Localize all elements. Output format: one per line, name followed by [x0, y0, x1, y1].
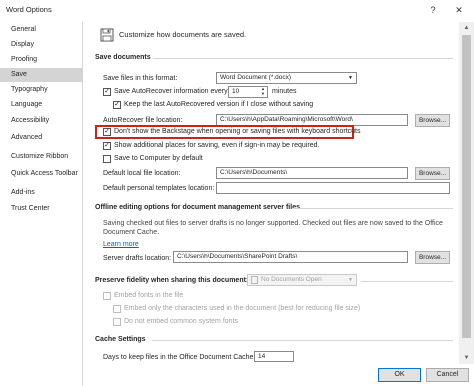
section-divider	[153, 58, 453, 59]
sidebar: General Display Proofing Save Typography…	[0, 22, 83, 386]
learn-more-link[interactable]: Learn more	[103, 241, 139, 248]
server-drafts-browse-button[interactable]: Browse...	[415, 251, 450, 264]
scroll-up-icon[interactable]: ▲	[459, 22, 474, 34]
spinner-icon[interactable]: ▲ ▼	[261, 87, 265, 96]
ok-button[interactable]: OK	[378, 368, 421, 382]
help-button[interactable]: ?	[422, 2, 444, 18]
sidebar-item-customize-ribbon[interactable]: Customize Ribbon	[0, 150, 83, 164]
embed-fonts-checkbox[interactable]	[103, 292, 111, 300]
additional-places-checkbox[interactable]: ✓	[103, 142, 111, 150]
default-templates-label: Default personal templates location:	[103, 185, 215, 192]
sidebar-item-language[interactable]: Language	[0, 98, 83, 112]
fidelity-document-select[interactable]: No Documents Open ▼	[247, 274, 357, 286]
section-divider	[293, 208, 453, 209]
sidebar-item-quick-access-toolbar[interactable]: Quick Access Toolbar	[0, 167, 83, 181]
embed-only-label: Embed only the characters used in the do…	[124, 305, 361, 312]
default-local-input[interactable]: C:\Users\h\Documents\	[216, 167, 408, 179]
sidebar-item-typography[interactable]: Typography	[0, 83, 83, 97]
sidebar-item-advanced[interactable]: Advanced	[0, 131, 83, 145]
default-templates-input[interactable]	[216, 182, 450, 194]
page-header: Customize how documents are saved.	[119, 30, 247, 39]
autorecover-browse-button[interactable]: Browse...	[415, 114, 450, 127]
no-common-fonts-label: Do not embed common system fonts	[124, 318, 238, 325]
sidebar-item-general[interactable]: General	[0, 23, 83, 37]
cache-days-label: Days to keep files in the Office Documen…	[103, 354, 256, 361]
backstage-label: Don't show the Backstage when opening or…	[114, 128, 361, 135]
no-common-fonts-checkbox[interactable]	[113, 318, 121, 326]
vertical-scrollbar[interactable]: ▲ ▼	[459, 22, 474, 364]
format-select-value: Word Document (*.docx)	[220, 74, 292, 81]
autorecover-minutes-input[interactable]: 10 ▲ ▼	[228, 86, 268, 98]
cache-heading: Cache Settings	[95, 336, 146, 343]
default-local-browse-button[interactable]: Browse...	[415, 167, 450, 180]
chevron-down-icon: ▼	[348, 277, 353, 283]
window-title: Word Options	[6, 5, 52, 14]
sidebar-item-proofing[interactable]: Proofing	[0, 53, 83, 67]
dialog-footer: OK Cancel	[84, 364, 474, 386]
autorecover-location-label: AutoRecover file location:	[103, 117, 183, 124]
save-document-icon	[100, 28, 114, 42]
server-drafts-input[interactable]: C:\Users\h\Documents\SharePoint Drafts\	[173, 251, 408, 263]
sidebar-item-trust-center[interactable]: Trust Center	[0, 202, 83, 216]
scrollbar-thumb[interactable]	[462, 35, 471, 338]
save-to-computer-checkbox[interactable]	[103, 155, 111, 163]
embed-fonts-label: Embed fonts in the file	[114, 292, 184, 299]
minutes-label: minutes	[272, 88, 297, 95]
sidebar-item-add-ins[interactable]: Add-ins	[0, 186, 83, 200]
sidebar-item-display[interactable]: Display	[0, 38, 83, 52]
title-bar: Word Options ? ✕	[0, 0, 474, 22]
autorecover-minutes-value: 10	[232, 88, 240, 95]
default-local-label: Default local file location:	[103, 170, 181, 177]
cancel-button[interactable]: Cancel	[426, 368, 469, 382]
offline-heading: Offline editing options for document man…	[95, 204, 300, 211]
sidebar-item-save[interactable]: Save	[0, 68, 83, 82]
backstage-checkbox[interactable]: ✓	[103, 128, 111, 136]
fidelity-document-value: No Documents Open	[261, 276, 322, 283]
autorecover-checkbox[interactable]: ✓	[103, 88, 111, 96]
embed-only-checkbox[interactable]	[113, 305, 121, 313]
cache-days-input[interactable]: 14	[254, 351, 294, 362]
cache-days-value: 14	[258, 353, 266, 360]
format-label: Save files in this format:	[103, 75, 178, 82]
sidebar-item-accessibility[interactable]: Accessibility	[0, 114, 83, 128]
scroll-down-icon[interactable]: ▼	[459, 352, 474, 364]
offline-description: Saving checked out files to server draft…	[103, 220, 443, 236]
keep-last-label: Keep the last AutoRecovered version if I…	[124, 101, 314, 108]
format-select[interactable]: Word Document (*.docx) ▼	[216, 72, 357, 84]
server-drafts-label: Server drafts location:	[103, 255, 172, 262]
autorecover-label: Save AutoRecover information every	[114, 88, 228, 95]
close-icon[interactable]: ✕	[448, 2, 470, 18]
section-divider	[152, 340, 453, 341]
fidelity-heading: Preserve fidelity when sharing this docu…	[95, 277, 249, 284]
chevron-down-icon: ▼	[348, 75, 353, 81]
keep-last-checkbox[interactable]: ✓	[113, 101, 121, 109]
save-documents-heading: Save documents	[95, 54, 151, 61]
additional-places-label: Show additional places for saving, even …	[114, 142, 320, 149]
save-to-computer-label: Save to Computer by default	[114, 155, 203, 162]
section-divider	[361, 281, 453, 282]
document-icon	[251, 276, 258, 284]
